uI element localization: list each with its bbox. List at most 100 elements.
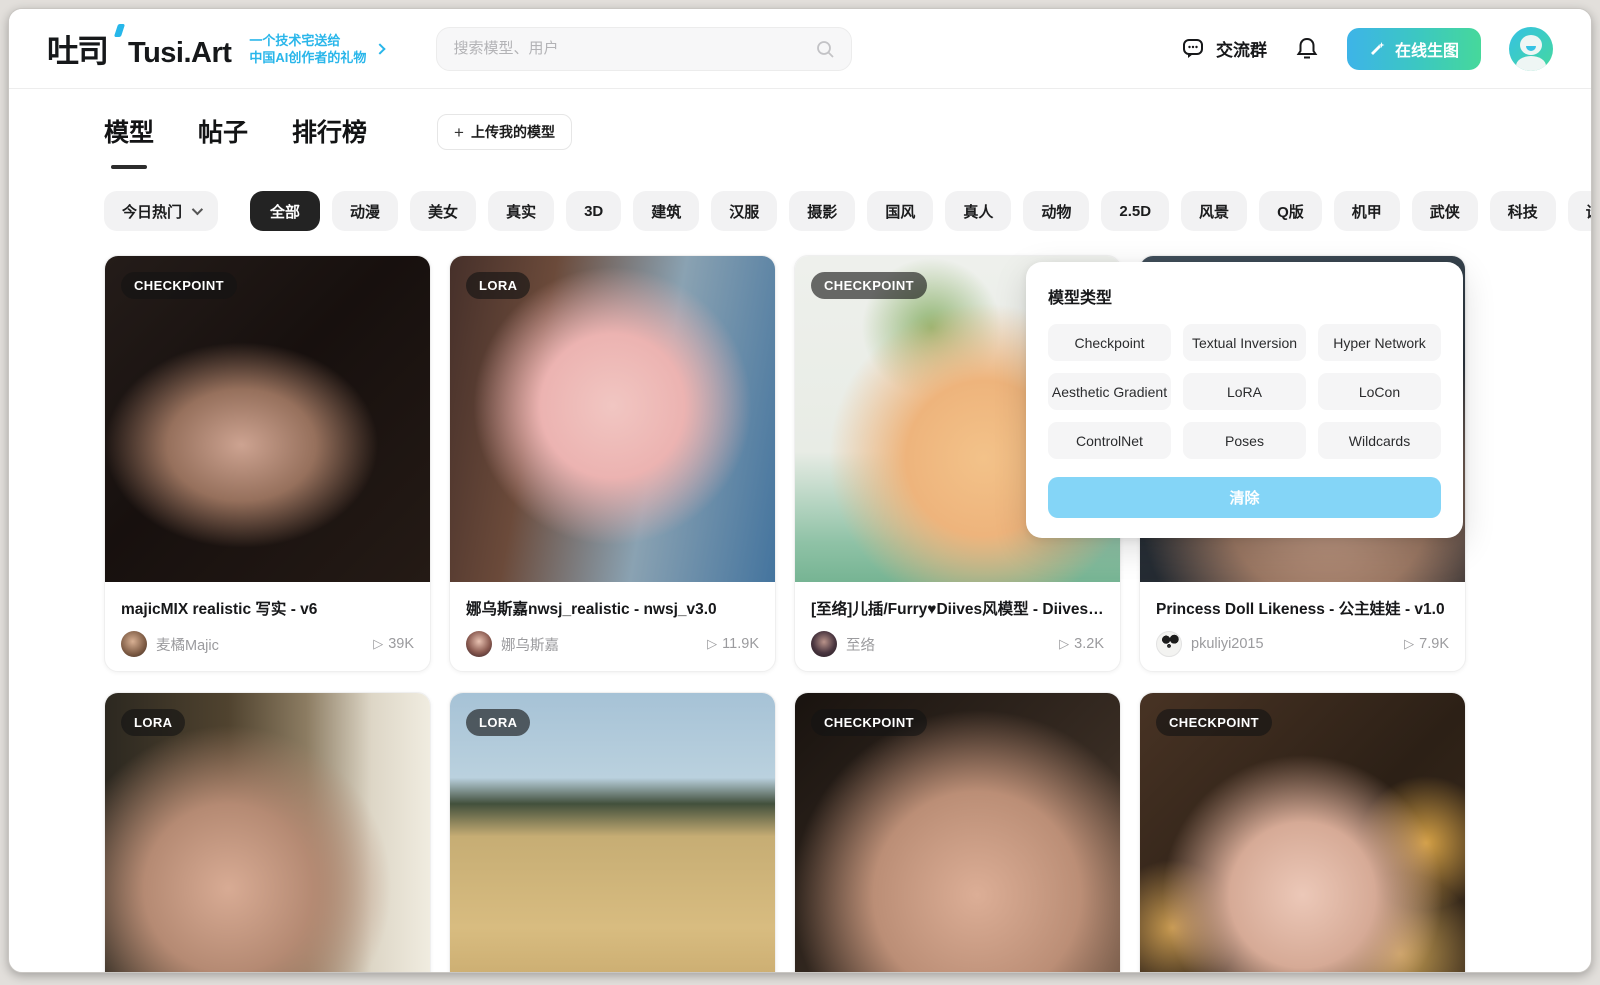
model-type-option[interactable]: ControlNet (1048, 422, 1171, 459)
category-pill[interactable]: Q版 (1259, 191, 1322, 231)
model-type-badge: CHECKPOINT (121, 272, 237, 299)
model-card[interactable]: CHECKPOINT majicMIX realistic 写实 - v6 麦橘… (104, 255, 431, 672)
model-type-badge: LORA (121, 709, 185, 736)
play-icon: ▷ (373, 636, 383, 652)
category-pill[interactable]: 科技 (1490, 191, 1556, 231)
model-type-option[interactable]: LoRA (1183, 373, 1306, 410)
model-type-badge: LORA (466, 272, 530, 299)
filter-row: 今日热门 全部 动漫 美女 真实 3D 建筑 汉服 摄影 国风 真人 动物 2.… (104, 191, 1466, 231)
app-window: 吐司 Tusi.Art 一个技术宅送给 中国AI创作者的礼物 (8, 8, 1592, 973)
run-count: ▷ 39K (373, 636, 414, 652)
model-image[interactable]: LORA (105, 693, 430, 973)
category-pill[interactable]: 建筑 (633, 191, 699, 231)
main-content: 模型 帖子 排行榜 + 上传我的模型 今日热门 全部 动漫 美女 真实 3D 建… (104, 113, 1466, 973)
tab-posts[interactable]: 帖子 (198, 113, 248, 161)
header-right: 交流群 在线生图 (1181, 27, 1553, 71)
category-pill[interactable]: 风景 (1181, 191, 1247, 231)
category-pill[interactable]: 3D (566, 191, 621, 231)
run-count: ▷ 3.2K (1059, 636, 1104, 652)
chat-bubble-icon (1181, 36, 1207, 62)
model-card[interactable]: LORA (449, 692, 776, 973)
author-name[interactable]: 娜乌斯嘉 (501, 634, 559, 655)
category-pill[interactable]: 真实 (488, 191, 554, 231)
tagline-line2: 中国AI创作者的礼物 (249, 49, 366, 66)
category-pill[interactable]: 真人 (945, 191, 1011, 231)
tabs-row: 模型 帖子 排行榜 + 上传我的模型 (104, 113, 1466, 161)
notification-bell-icon[interactable] (1295, 36, 1319, 62)
search-icon (815, 39, 835, 59)
author-avatar[interactable] (811, 631, 837, 657)
category-pill[interactable]: 2.5D (1101, 191, 1169, 231)
logo-cn-text: 吐司 (47, 26, 107, 72)
model-type-badge: CHECKPOINT (811, 709, 927, 736)
upload-button-label: 上传我的模型 (471, 122, 555, 142)
model-type-option[interactable]: Hyper Network (1318, 324, 1441, 361)
category-pill[interactable]: 动漫 (332, 191, 398, 231)
tagline: 一个技术宅送给 中国AI创作者的礼物 (249, 32, 384, 66)
tab-models[interactable]: 模型 (104, 113, 154, 161)
filter-panel: 模型类型 Checkpoint Textual Inversion Hyper … (1026, 262, 1463, 538)
author-name[interactable]: pkuliyi2015 (1191, 636, 1264, 652)
sort-dropdown[interactable]: 今日热门 (104, 191, 218, 231)
category-pill[interactable]: 国风 (867, 191, 933, 231)
plus-icon: + (454, 124, 464, 141)
model-type-option[interactable]: Checkpoint (1048, 324, 1171, 361)
model-title: [至络]儿插/Furry♥Diives风模型 - Diives|... (811, 597, 1104, 619)
model-type-options: Checkpoint Textual Inversion Hyper Netwo… (1048, 324, 1441, 459)
author-name[interactable]: 麦橘Majic (156, 634, 219, 655)
user-avatar[interactable] (1509, 27, 1553, 71)
play-icon: ▷ (1404, 636, 1414, 652)
model-card[interactable]: LORA 娜乌斯嘉nwsj_realistic - nwsj_v3.0 娜乌斯嘉… (449, 255, 776, 672)
model-image[interactable]: LORA (450, 693, 775, 973)
category-pill[interactable]: 动物 (1023, 191, 1089, 231)
model-type-option[interactable]: LoCon (1318, 373, 1441, 410)
magic-wand-icon (1369, 40, 1386, 57)
logo[interactable]: 吐司 Tusi.Art (47, 26, 231, 72)
model-title: 娜乌斯嘉nwsj_realistic - nwsj_v3.0 (466, 597, 759, 619)
chevron-down-icon (192, 204, 203, 215)
upload-model-button[interactable]: + 上传我的模型 (437, 114, 572, 150)
logo-accent (114, 24, 125, 37)
model-image[interactable]: CHECKPOINT (1140, 693, 1465, 973)
category-pill[interactable]: 设计 (1568, 191, 1592, 231)
model-card[interactable]: CHECKPOINT (1139, 692, 1466, 973)
chat-group-button[interactable]: 交流群 (1181, 36, 1267, 62)
model-image[interactable]: CHECKPOINT (105, 256, 430, 582)
play-icon: ▷ (707, 636, 717, 652)
author-name[interactable]: 至络 (846, 634, 875, 655)
model-type-badge: CHECKPOINT (1156, 709, 1272, 736)
model-type-option[interactable]: Aesthetic Gradient (1048, 373, 1171, 410)
author-avatar[interactable] (121, 631, 147, 657)
tab-ranking[interactable]: 排行榜 (292, 113, 367, 161)
generate-button-label: 在线生图 (1395, 37, 1459, 61)
clear-filters-button[interactable]: 清除 (1048, 477, 1441, 518)
model-card[interactable]: CHECKPOINT (794, 692, 1121, 973)
author-avatar[interactable] (1156, 631, 1182, 657)
model-type-badge: CHECKPOINT (811, 272, 927, 299)
category-pill[interactable]: 摄影 (789, 191, 855, 231)
run-count: ▷ 11.9K (707, 636, 759, 652)
category-pill[interactable]: 全部 (250, 191, 320, 231)
model-title: Princess Doll Likeness - 公主娃娃 - v1.0 (1156, 597, 1449, 619)
model-type-badge: LORA (466, 709, 530, 736)
play-icon: ▷ (1059, 636, 1069, 652)
author-avatar[interactable] (466, 631, 492, 657)
search-bar[interactable] (436, 27, 852, 71)
category-pill[interactable]: 机甲 (1334, 191, 1400, 231)
model-card[interactable]: LORA (104, 692, 431, 973)
model-type-option[interactable]: Wildcards (1318, 422, 1441, 459)
model-image[interactable]: CHECKPOINT (795, 693, 1120, 973)
generate-image-button[interactable]: 在线生图 (1347, 28, 1481, 70)
logo-en-text: Tusi.Art (128, 37, 231, 70)
model-type-option[interactable]: Poses (1183, 422, 1306, 459)
header: 吐司 Tusi.Art 一个技术宅送给 中国AI创作者的礼物 (9, 9, 1591, 89)
search-input[interactable] (453, 40, 815, 57)
chat-group-label: 交流群 (1216, 36, 1267, 61)
chevron-right-icon[interactable] (375, 43, 386, 54)
model-type-option[interactable]: Textual Inversion (1183, 324, 1306, 361)
category-pill[interactable]: 美女 (410, 191, 476, 231)
category-pill[interactable]: 汉服 (711, 191, 777, 231)
tagline-line1: 一个技术宅送给 (249, 32, 366, 49)
model-image[interactable]: LORA (450, 256, 775, 582)
category-pill[interactable]: 武侠 (1412, 191, 1478, 231)
